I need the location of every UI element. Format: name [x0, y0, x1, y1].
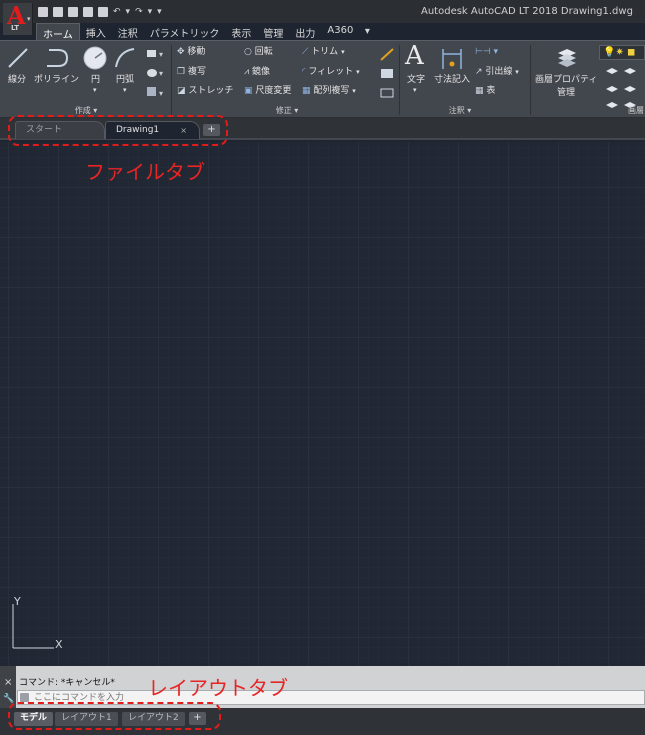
autocad-window: ↶ ▾ ↷ ▾ ▾ Autodesk AutoCAD LT 2018 Drawi…: [0, 0, 645, 735]
leader-tool[interactable]: ↗ 引出線 ▾: [475, 67, 519, 78]
ribbon-panel: 線分 ポリライン 円 ▾ 円弧 ▾ ▾ ▾ ▾ 作成 ▾ ✥ 移動 ❐ 複写 ◪: [0, 40, 645, 118]
dimension-label[interactable]: 寸法記入: [434, 75, 470, 86]
stretch-tool[interactable]: ◪ ストレッチ: [177, 86, 233, 97]
layout-tab-highlight: [8, 702, 221, 730]
print-icon[interactable]: [98, 7, 108, 17]
text-dropdown-icon[interactable]: ▾: [413, 85, 417, 96]
array-dropdown-icon: ▾: [352, 87, 356, 95]
qat-customize-icon[interactable]: ▾: [157, 7, 162, 17]
layer-properties-label-2[interactable]: 管理: [557, 88, 575, 99]
fillet-dropdown-icon: ▾: [356, 68, 360, 76]
stretch-icon: ◪: [177, 86, 189, 96]
tab-a360[interactable]: A360: [321, 23, 359, 40]
command-prompt-icon[interactable]: [20, 693, 29, 702]
file-tab-highlight: [8, 115, 228, 146]
title-bar: ↶ ▾ ↷ ▾ ▾ Autodesk AutoCAD LT 2018 Drawi…: [0, 0, 645, 23]
svg-text:▾: ▾: [159, 89, 163, 98]
move-tool[interactable]: ✥ 移動: [177, 47, 205, 58]
trim-tool[interactable]: ⟋ トリム ▾: [302, 47, 345, 58]
dimension-icon[interactable]: [440, 46, 464, 72]
trim-icon: ⟋: [302, 47, 312, 57]
text-icon[interactable]: A: [405, 42, 424, 70]
tab-parametric[interactable]: パラメトリック: [144, 23, 226, 40]
new-file-icon[interactable]: [38, 7, 48, 17]
ribbon-tab-bar: ホーム 挿入 注釈 パラメトリック 表示 管理 出力 A360 ▾: [36, 23, 375, 41]
layer-dropdown[interactable]: 💡✷ ◼: [599, 45, 645, 60]
layout-tab-annotation: レイアウトタブ: [148, 676, 288, 700]
quick-access-toolbar: ↶ ▾ ↷ ▾ ▾: [38, 6, 162, 18]
line-label[interactable]: 線分: [8, 75, 26, 86]
fillet-tool[interactable]: ◜ フィレット ▾: [302, 67, 360, 78]
arc-icon[interactable]: [113, 46, 137, 70]
draw-small-tools[interactable]: ▾ ▾ ▾: [145, 47, 167, 105]
scale-icon: ▣: [244, 86, 256, 96]
lt-badge: LT: [11, 24, 20, 32]
move-icon: ✥: [177, 47, 188, 57]
line-icon[interactable]: [6, 46, 30, 70]
undo-dropdown-icon[interactable]: ▾: [126, 7, 131, 17]
layers-panel-title[interactable]: 画層: [628, 105, 645, 117]
drawing-canvas[interactable]: Y X: [0, 142, 645, 666]
tab-output[interactable]: 出力: [289, 23, 321, 40]
linear-dimension-icon[interactable]: ⊢⊣ ▾: [475, 47, 498, 58]
table-tool[interactable]: ▦ 表: [475, 86, 495, 97]
undo-icon[interactable]: ↶: [113, 7, 121, 17]
application-menu-button[interactable]: A LT ▾: [3, 1, 33, 35]
mirror-icon: ⩘: [244, 67, 252, 77]
ucs-y-label: Y: [14, 595, 21, 608]
mirror-tool[interactable]: ⩘ 鏡像: [244, 67, 270, 78]
rotate-tool[interactable]: ○ 回転: [244, 47, 273, 58]
command-history: コマンド: *キャンセル*: [19, 678, 115, 688]
open-file-icon[interactable]: [53, 7, 63, 17]
trim-dropdown-icon: ▾: [341, 48, 345, 56]
ucs-x-label: X: [55, 638, 63, 651]
circle-icon[interactable]: [82, 45, 108, 71]
tab-manage[interactable]: 管理: [257, 23, 289, 40]
redo-dropdown-icon[interactable]: ▾: [148, 7, 153, 17]
scale-tool[interactable]: ▣ 尺度変更: [244, 86, 291, 97]
modify-small-tools[interactable]: [378, 47, 396, 105]
tab-home[interactable]: ホーム: [36, 23, 80, 41]
save-as-icon[interactable]: [83, 7, 93, 17]
circle-dropdown-icon[interactable]: ▾: [93, 85, 97, 96]
rotate-icon: ○: [244, 47, 255, 57]
tab-insert[interactable]: 挿入: [80, 23, 112, 40]
table-icon: ▦: [475, 86, 487, 96]
svg-text:▾: ▾: [159, 50, 163, 59]
tab-annotate[interactable]: 注釈: [112, 23, 144, 40]
leader-dropdown-icon: ▾: [515, 68, 519, 76]
array-icon: ▦: [302, 86, 314, 96]
layer-properties-icon[interactable]: [555, 45, 579, 71]
array-tool[interactable]: ▦ 配列複写 ▾: [302, 86, 356, 97]
file-tab-annotation: ファイルタブ: [85, 160, 205, 184]
svg-text:▾: ▾: [159, 69, 163, 78]
tab-view[interactable]: 表示: [225, 23, 257, 40]
leader-icon: ↗: [475, 67, 486, 77]
copy-icon: ❐: [177, 67, 188, 77]
tab-more-icon[interactable]: ▾: [359, 23, 375, 40]
annotation-panel-title[interactable]: 注釈 ▾: [430, 105, 490, 117]
layer-properties-label[interactable]: 画層プロパティ: [535, 75, 597, 86]
polyline-label[interactable]: ポリライン: [34, 75, 79, 86]
polyline-icon[interactable]: [44, 46, 70, 70]
grid: [0, 142, 645, 666]
window-title: Autodesk AutoCAD LT 2018 Drawing1.dwg: [421, 6, 633, 17]
chevron-down-icon: ▾: [27, 15, 31, 23]
modify-panel-title[interactable]: 修正 ▾: [257, 105, 317, 117]
copy-tool[interactable]: ❐ 複写: [177, 67, 206, 78]
redo-icon[interactable]: ↷: [135, 7, 143, 17]
arc-dropdown-icon[interactable]: ▾: [123, 85, 127, 96]
save-icon[interactable]: [68, 7, 78, 17]
close-icon[interactable]: ×: [4, 677, 12, 688]
